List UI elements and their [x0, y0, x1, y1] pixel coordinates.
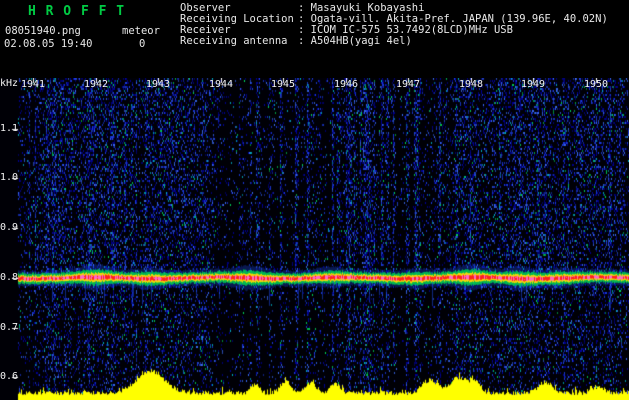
info-label: Receiving antenna [180, 35, 288, 47]
time-tick-label: 1945 [270, 79, 296, 90]
time-tick-label: 1948 [458, 79, 484, 90]
time-tick-label: 1949 [520, 79, 546, 90]
filename-label: 08051940.png [5, 25, 81, 37]
time-tick-label: 1942 [83, 79, 109, 90]
meteor-label: meteor [122, 25, 160, 37]
freq-tick-label: 0.9 [0, 222, 19, 233]
spectrogram-canvas [0, 78, 629, 400]
time-tick-label: 1941 [20, 79, 46, 90]
time-tick-label: 1944 [208, 79, 234, 90]
hrofft-screen: H R O F F T 08051940.png meteor 0 02.08.… [0, 0, 629, 400]
time-tick-label: 1943 [145, 79, 171, 90]
info-separator: : [298, 35, 311, 47]
app-title: H R O F F T [28, 4, 126, 19]
freq-tick-label: 0.8 [0, 272, 19, 283]
meteor-count: 0 [139, 38, 146, 50]
station-info: Observer : Masayuki Kobayashi Receiving … [180, 3, 608, 47]
info-value: A504HB(yagi 4el) [310, 35, 412, 47]
freq-axis-unit-label: kHz [0, 78, 19, 89]
time-tick-label: 1950 [583, 79, 609, 90]
time-tick-label: 1947 [395, 79, 421, 90]
freq-tick-label: 0.6 [0, 371, 19, 382]
time-tick-label: 1946 [333, 79, 359, 90]
freq-tick-label: 0.7 [0, 322, 19, 333]
freq-tick-label: 1.0 [0, 172, 19, 183]
datetime-label: 02.08.05 19:40 [4, 38, 93, 50]
info-row-antenna: Receiving antenna : A504HB(yagi 4el) [180, 36, 608, 47]
freq-tick-label: 1.1 [0, 123, 19, 134]
